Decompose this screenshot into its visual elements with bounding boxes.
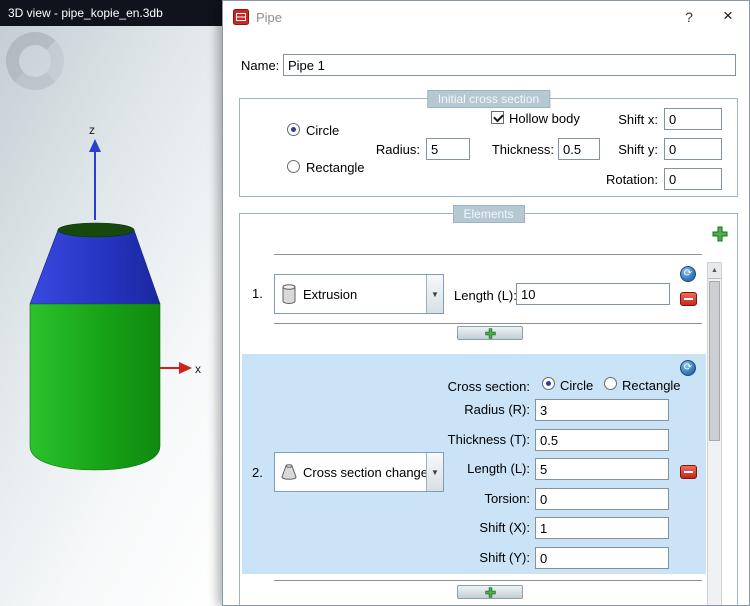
close-button[interactable]: × xyxy=(719,6,737,26)
element-2-length-input[interactable] xyxy=(535,458,669,480)
shift-y-label: Shift y: xyxy=(618,142,658,157)
element-separator xyxy=(274,254,702,255)
shift-y-input[interactable] xyxy=(664,138,722,160)
logo-watermark-icon xyxy=(6,32,64,90)
element-separator xyxy=(274,323,702,324)
radius-label: Radius: xyxy=(375,142,420,157)
add-element-button[interactable] xyxy=(712,226,728,242)
element-2-torsion-input[interactable] xyxy=(535,488,669,510)
cross-section-label: Cross section: xyxy=(447,379,530,394)
extrusion-cylinder-icon xyxy=(275,283,303,305)
rectangle-radio-label: Rectangle xyxy=(306,160,365,175)
rectangle-radio[interactable] xyxy=(287,160,300,173)
element-2-index: 2. xyxy=(252,465,263,480)
scroll-up-button[interactable]: ▲ xyxy=(708,263,721,279)
plus-icon xyxy=(484,327,496,339)
screen: 3D view - pipe_kopie_en.3db z x Pipe ? ×… xyxy=(0,0,750,606)
element-1-update-button[interactable]: ⟳ xyxy=(680,266,696,282)
element-2-rectangle-radio[interactable] xyxy=(604,377,617,390)
refresh-icon: ⟳ xyxy=(683,362,693,373)
element-2-thickness-label: Thickness (T): xyxy=(447,432,530,447)
element-2-radius-label: Radius (R): xyxy=(464,402,530,417)
rotation-input[interactable] xyxy=(664,168,722,190)
element-separator xyxy=(274,580,702,581)
cross-section-change-cone-icon xyxy=(275,463,303,481)
element-2-remove-button[interactable] xyxy=(680,465,697,479)
element-2-selected-block[interactable]: ⟳ Cross section: Circle Rectangle Radius… xyxy=(242,354,706,574)
refresh-icon: ⟳ xyxy=(683,268,693,279)
element-1-length-input[interactable] xyxy=(516,283,670,305)
arrow-up-icon: ▲ xyxy=(711,267,718,274)
circle-radio[interactable] xyxy=(287,123,300,136)
element-2-shift-y-input[interactable] xyxy=(535,547,669,569)
z-axis-arrow xyxy=(89,139,101,220)
name-input[interactable] xyxy=(283,54,736,76)
element-2-length-label: Length (L): xyxy=(467,461,530,476)
hollow-body-checkbox[interactable] xyxy=(491,111,504,124)
hollow-body-label: Hollow body xyxy=(509,111,580,126)
chevron-down-icon[interactable]: ▼ xyxy=(426,275,443,313)
element-2-update-button[interactable]: ⟳ xyxy=(680,360,696,376)
shift-x-input[interactable] xyxy=(664,108,722,130)
element-2-shift-y-label: Shift (Y): xyxy=(479,550,530,565)
insert-element-button[interactable] xyxy=(457,585,523,599)
element-2-radius-input[interactable] xyxy=(535,399,669,421)
element-2-thickness-input[interactable] xyxy=(535,429,669,451)
name-label: Name: xyxy=(241,58,280,73)
minus-icon xyxy=(684,298,693,300)
dialog-titlebar[interactable]: Pipe ? × xyxy=(223,1,749,33)
pipe-model-shape xyxy=(29,222,161,471)
element-1-type-select[interactable]: Extrusion ▼ xyxy=(274,274,444,314)
plus-icon xyxy=(484,586,496,598)
element-2-torsion-label: Torsion: xyxy=(484,491,530,506)
element-2-shift-x-label: Shift (X): xyxy=(479,520,530,535)
element-2-circle-label: Circle xyxy=(560,378,594,393)
x-axis-label: x xyxy=(195,362,201,376)
shift-x-label: Shift x: xyxy=(618,112,658,127)
radius-input[interactable] xyxy=(426,138,470,160)
elements-group: Elements 1. Extrusion ▼ Length (L): ⟳ xyxy=(239,205,738,605)
insert-element-button[interactable] xyxy=(457,326,523,340)
element-2-rectangle-label: Rectangle xyxy=(622,378,681,393)
circle-radio-label: Circle xyxy=(306,123,340,138)
element-2-shift-x-input[interactable] xyxy=(535,517,669,539)
3d-view-window[interactable]: 3D view - pipe_kopie_en.3db z x xyxy=(0,0,222,606)
elements-title: Elements xyxy=(452,205,525,223)
thickness-label: Thickness: xyxy=(491,142,554,157)
plus-icon xyxy=(712,226,728,242)
pipe-app-icon xyxy=(233,9,249,25)
3d-view-titlebar[interactable]: 3D view - pipe_kopie_en.3db xyxy=(0,0,222,26)
initial-cross-section-title: Initial cross section xyxy=(426,90,551,108)
scrollbar-thumb[interactable] xyxy=(709,281,720,441)
element-1-type-label: Extrusion xyxy=(303,286,358,302)
pipe-dialog: Pipe ? × Name: Initial cross section Cir… xyxy=(222,0,750,606)
rotation-label: Rotation: xyxy=(605,172,658,187)
dialog-title: Pipe xyxy=(256,10,283,25)
initial-cross-section-group: Initial cross section Circle Rectangle R… xyxy=(239,90,738,197)
element-1-length-label: Length (L): xyxy=(454,288,517,303)
element-2-circle-radio[interactable] xyxy=(542,377,555,390)
z-axis-label: z xyxy=(89,123,95,137)
3d-view-title: 3D view - pipe_kopie_en.3db xyxy=(8,6,163,20)
minus-icon xyxy=(684,471,693,473)
element-1-index: 1. xyxy=(252,286,263,301)
help-button[interactable]: ? xyxy=(681,9,697,25)
pipe-3d-model[interactable]: z x xyxy=(8,118,213,498)
elements-scrollbar[interactable]: ▲ xyxy=(707,262,722,605)
element-1-remove-button[interactable] xyxy=(680,292,697,306)
